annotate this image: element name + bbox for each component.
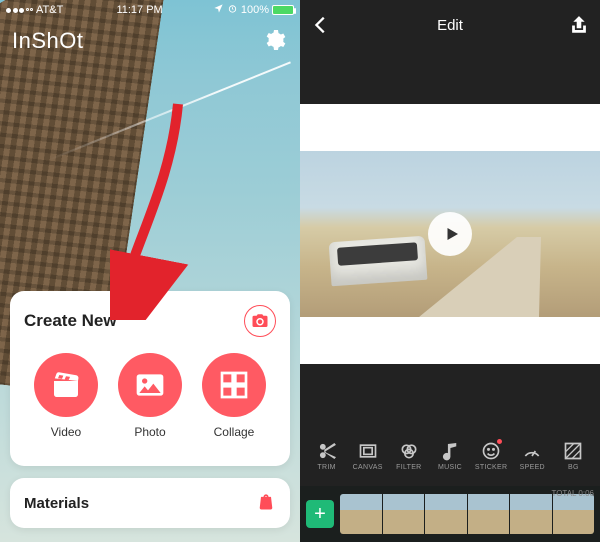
clip-thumbnail <box>340 494 382 534</box>
plus-icon: + <box>314 503 326 526</box>
edit-toolbar: TRIM CANVAS FILTER MUSIC STICKER SPEED B… <box>300 426 600 486</box>
tool-trim[interactable]: TRIM <box>306 441 347 471</box>
tool-canvas[interactable]: CANVAS <box>347 441 388 471</box>
inshot-home-screen: AT&T 11:17 PM 100% InShOt Create New <box>0 0 300 542</box>
clip-thumbnail <box>510 494 552 534</box>
tool-canvas-label: CANVAS <box>353 464 383 471</box>
edit-title: Edit <box>437 17 463 34</box>
scissors-icon <box>317 441 337 461</box>
tool-music-label: MUSIC <box>438 464 462 471</box>
create-new-card: Create New Video Photo <box>10 291 290 466</box>
smiley-icon <box>481 441 501 461</box>
clip-track[interactable] <box>340 494 594 534</box>
status-time: 11:17 PM <box>116 4 162 16</box>
settings-button[interactable] <box>262 28 286 52</box>
camera-button[interactable] <box>244 305 276 337</box>
collage-icon <box>202 353 266 417</box>
gear-icon <box>262 28 286 52</box>
alarm-icon <box>227 3 238 17</box>
battery-pct-label: 100% <box>241 4 269 16</box>
chevron-left-icon <box>310 14 332 36</box>
signal-dots-icon <box>6 8 33 13</box>
ios-status-bar: AT&T 11:17 PM 100% <box>0 0 300 20</box>
preview-truck-cap <box>329 236 428 287</box>
letterbox-bottom <box>300 364 600 426</box>
canvas-icon <box>358 441 378 461</box>
background-icon <box>563 441 583 461</box>
clapperboard-icon <box>34 353 98 417</box>
speedometer-icon <box>522 441 542 461</box>
camera-icon <box>251 312 269 330</box>
create-photo-button[interactable]: Photo <box>118 353 182 439</box>
tool-speed-label: SPEED <box>520 464 545 471</box>
play-icon <box>443 225 461 243</box>
play-button[interactable] <box>428 212 472 256</box>
notification-dot <box>497 439 502 444</box>
clip-thumbnail <box>383 494 425 534</box>
create-photo-label: Photo <box>134 425 165 439</box>
create-collage-button[interactable]: Collage <box>202 353 266 439</box>
tool-sticker[interactable]: STICKER <box>471 441 512 471</box>
video-canvas <box>300 104 600 364</box>
tool-speed[interactable]: SPEED <box>512 441 553 471</box>
clip-thumbnail <box>425 494 467 534</box>
tool-filter[interactable]: FILTER <box>388 441 429 471</box>
app-logo: InShOt <box>12 28 83 54</box>
filter-icon <box>399 441 419 461</box>
tool-music[interactable]: MUSIC <box>429 441 470 471</box>
image-icon <box>118 353 182 417</box>
share-icon <box>568 14 590 36</box>
share-button[interactable] <box>568 14 590 36</box>
clip-thumbnail <box>553 494 595 534</box>
letterbox-top <box>300 44 600 104</box>
edit-header: Edit <box>300 6 600 44</box>
tool-sticker-label: STICKER <box>475 464 507 471</box>
tool-bg-label: BG <box>568 464 579 471</box>
timeline-total-label: TOTAL 0:06 <box>551 489 594 498</box>
video-preview[interactable] <box>300 151 600 317</box>
music-note-icon <box>440 441 460 461</box>
create-new-title: Create New <box>24 311 117 331</box>
location-icon <box>213 3 224 17</box>
materials-card[interactable]: Materials <box>10 478 290 528</box>
inshot-edit-screen: Edit TRIM CANVAS FILTER MUSI <box>300 0 600 542</box>
create-video-button[interactable]: Video <box>34 353 98 439</box>
back-button[interactable] <box>310 14 332 36</box>
battery-icon <box>272 5 294 15</box>
materials-title: Materials <box>24 495 89 512</box>
create-collage-label: Collage <box>214 425 255 439</box>
tool-bg[interactable]: BG <box>553 441 594 471</box>
shopping-bag-icon <box>256 491 276 516</box>
clip-thumbnail <box>468 494 510 534</box>
add-clip-button[interactable]: + <box>306 500 334 528</box>
status-right: 100% <box>213 3 294 17</box>
carrier-label: AT&T <box>36 4 63 16</box>
tool-filter-label: FILTER <box>396 464 421 471</box>
create-video-label: Video <box>51 425 81 439</box>
status-left: AT&T <box>6 4 66 16</box>
tool-trim-label: TRIM <box>317 464 335 471</box>
